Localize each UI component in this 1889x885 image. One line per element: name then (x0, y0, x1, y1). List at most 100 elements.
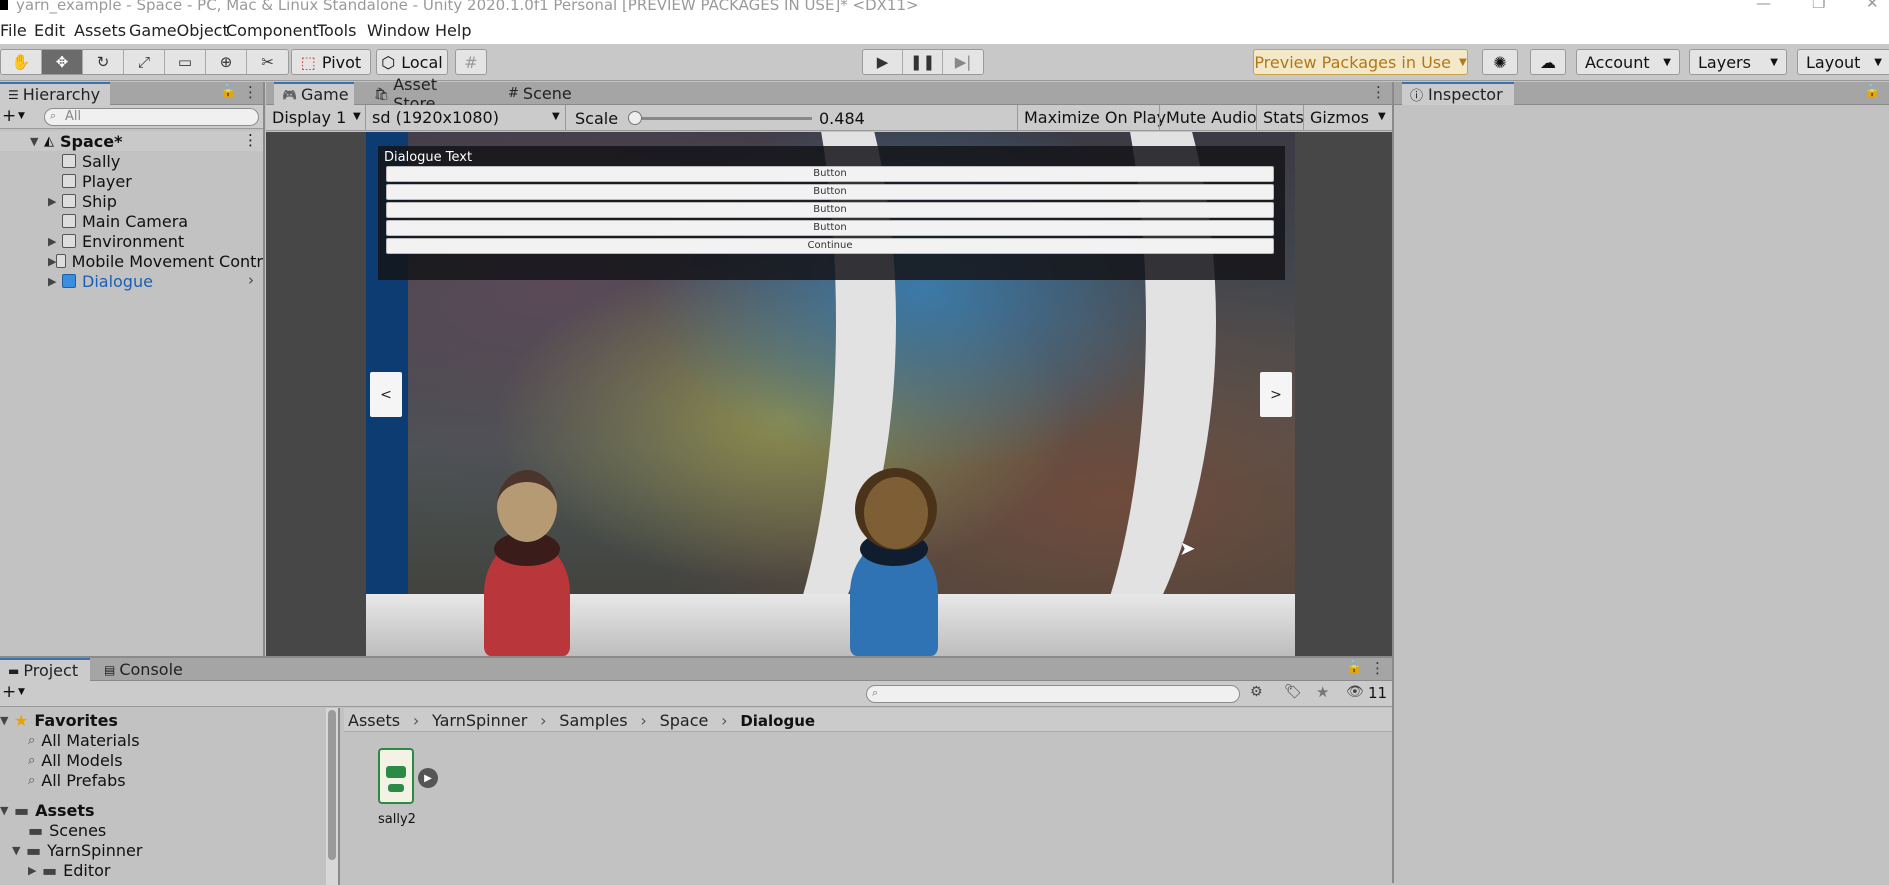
tab-scene[interactable]: # Scene (500, 82, 580, 105)
scene-row[interactable]: ▼ ◭ Space* ⋮ (0, 131, 263, 151)
menu-gameobject[interactable]: GameObject (129, 21, 229, 40)
close-icon[interactable]: ✕ (1866, 0, 1879, 12)
tab-hierarchy[interactable]: ☰ Hierarchy (0, 82, 110, 105)
kebab-menu-icon[interactable]: ⋮ (243, 83, 258, 101)
chevron-right-icon[interactable]: › (248, 271, 254, 289)
favorite-item[interactable]: ⌕ All Prefabs (28, 770, 126, 790)
hierarchy-item-dialogue[interactable]: ▶ Dialogue › (48, 271, 263, 291)
maximize-on-play-toggle[interactable]: Maximize On Play (1017, 105, 1172, 131)
hierarchy-item-mobile-movement[interactable]: ▶ Mobile Movement Contr (48, 251, 263, 271)
rotate-tool-icon[interactable]: ↻ (83, 50, 124, 74)
tab-project[interactable]: ▬ Project (0, 658, 90, 681)
expand-arrow-icon[interactable]: ▶ (48, 255, 56, 268)
stats-toggle[interactable]: Stats (1256, 105, 1310, 131)
dropdown-arrow-icon[interactable]: ▼ (18, 111, 25, 121)
favorite-item[interactable]: ⌕ All Models (28, 750, 123, 770)
tab-asset-store[interactable]: 🛍 Asset Store (366, 75, 478, 113)
project-search-input[interactable] (866, 685, 1240, 703)
kebab-menu-icon[interactable]: ⋮ (243, 131, 258, 149)
create-plus-icon[interactable]: + (2, 106, 16, 126)
preview-packages-button[interactable]: Preview Packages in Use ▼ (1253, 49, 1468, 75)
hidden-packages-icon[interactable]: 👁 (1346, 684, 1364, 700)
assets-row[interactable]: ▼ ▬ Assets (0, 800, 95, 820)
breadcrumb-current[interactable]: Dialogue (740, 712, 815, 730)
hierarchy-item-environment[interactable]: ▶ Environment (48, 231, 184, 251)
asset-tile[interactable]: ▶ sally2 (370, 748, 450, 838)
move-left-button[interactable]: < (370, 372, 402, 417)
dropdown-arrow-icon[interactable]: ▼ (18, 687, 25, 697)
layout-dropdown[interactable]: Layout ▼ (1797, 49, 1889, 75)
gizmos-dropdown[interactable]: Gizmos ▼ (1303, 105, 1392, 131)
lock-icon[interactable]: 🔒 (1346, 660, 1362, 675)
menu-window[interactable]: Window (367, 21, 430, 40)
expand-arrow-icon[interactable]: ▶ (48, 195, 62, 208)
hierarchy-item-player[interactable]: Player (48, 171, 132, 191)
folder-item[interactable]: ▼ ▬ YarnSpinner (12, 840, 142, 860)
game-screen[interactable]: Dialogue Text Button Button Button Butto… (366, 132, 1295, 656)
expand-arrow-icon[interactable]: ▶ (48, 235, 62, 248)
favorites-row[interactable]: ▼ ★ Favorites (0, 710, 118, 730)
mute-audio-toggle[interactable]: Mute Audio (1159, 105, 1263, 131)
display-dropdown[interactable]: Display 1 ▼ (266, 105, 366, 131)
scale-slider-thumb[interactable] (628, 111, 642, 125)
expand-arrow-icon[interactable]: ▼ (30, 135, 44, 148)
favorite-star-icon[interactable]: ★ (1316, 683, 1329, 701)
tab-game[interactable]: 🎮 Game (274, 82, 354, 105)
menu-file[interactable]: File (0, 21, 27, 40)
favorite-item[interactable]: ⌕ All Materials (28, 730, 140, 750)
expand-arrow-icon[interactable]: ▼ (0, 714, 14, 727)
hand-tool-icon[interactable]: ✋ (1, 50, 42, 74)
menu-tools[interactable]: Tools (317, 21, 356, 40)
breadcrumb-item[interactable]: Assets (348, 711, 400, 730)
step-icon[interactable]: ▶| (943, 50, 983, 74)
expand-arrow-icon[interactable]: ▶ (28, 864, 42, 877)
create-plus-icon[interactable]: + (2, 682, 16, 702)
breadcrumb-item[interactable]: Samples (559, 711, 627, 730)
account-dropdown[interactable]: Account ▼ (1576, 49, 1680, 75)
hierarchy-item-ship[interactable]: ▶ Ship (48, 191, 117, 211)
hierarchy-search-input[interactable]: All (44, 108, 259, 126)
option-button-2[interactable]: Button (386, 184, 1274, 200)
breadcrumb-item[interactable]: YarnSpinner (432, 711, 527, 730)
option-button-4[interactable]: Button (386, 220, 1274, 236)
move-right-button[interactable]: > (1260, 372, 1292, 417)
local-button[interactable]: ⬡ Local (376, 49, 448, 75)
hierarchy-item-sally[interactable]: Sally (48, 151, 120, 171)
menu-help[interactable]: Help (435, 21, 471, 40)
expand-arrow-icon[interactable]: ▼ (0, 804, 14, 817)
rect-tool-icon[interactable]: ▭ (165, 50, 206, 74)
menu-edit[interactable]: Edit (34, 21, 65, 40)
transform-tool-icon[interactable]: ⊕ (206, 50, 247, 74)
custom-tool-icon[interactable]: ✂ (247, 50, 288, 74)
tree-scrollbar-thumb[interactable] (328, 710, 336, 860)
scale-slider-track[interactable] (628, 117, 812, 120)
maximize-icon[interactable]: ❐ (1812, 0, 1825, 12)
play-icon[interactable]: ▶ (863, 50, 903, 74)
collab-icon[interactable]: ✺ (1482, 49, 1518, 75)
kebab-menu-icon[interactable]: ⋮ (1370, 659, 1385, 677)
filter-by-type-icon[interactable]: ⚙ (1250, 684, 1263, 700)
option-button-3[interactable]: Button (386, 202, 1274, 218)
tab-console[interactable]: ▤ Console (96, 658, 196, 681)
game-view[interactable]: Dialogue Text Button Button Button Butto… (266, 132, 1392, 656)
cloud-icon[interactable]: ☁ (1530, 49, 1566, 75)
hierarchy-item-main-camera[interactable]: Main Camera (48, 211, 188, 231)
breadcrumb-item[interactable]: Space (660, 711, 709, 730)
grid-snap-icon[interactable]: # (455, 49, 487, 75)
scale-tool-icon[interactable]: ⤢ (124, 50, 165, 74)
layers-dropdown[interactable]: Layers ▼ (1689, 49, 1787, 75)
tab-inspector[interactable]: ⓘ Inspector (1402, 82, 1514, 105)
folder-item[interactable]: ▶ ▬ Editor (28, 860, 110, 880)
pause-icon[interactable]: ❚❚ (903, 50, 943, 74)
kebab-menu-icon[interactable]: ⋮ (1371, 83, 1386, 101)
expand-arrow-icon[interactable]: ▼ (12, 844, 26, 857)
filter-by-label-icon[interactable]: 🏷 (1284, 684, 1302, 700)
tree-scrollbar[interactable] (326, 708, 338, 885)
folder-item[interactable]: ▬ Scenes (28, 820, 106, 840)
resolution-dropdown[interactable]: sd (1920x1080) ▼ (366, 105, 566, 131)
expand-arrow-icon[interactable]: ▶ (48, 275, 62, 288)
menu-component[interactable]: Component (226, 21, 319, 40)
lock-icon[interactable]: 🔒 (220, 84, 236, 99)
play-preview-icon[interactable]: ▶ (418, 768, 438, 788)
menu-assets[interactable]: Assets (74, 21, 126, 40)
